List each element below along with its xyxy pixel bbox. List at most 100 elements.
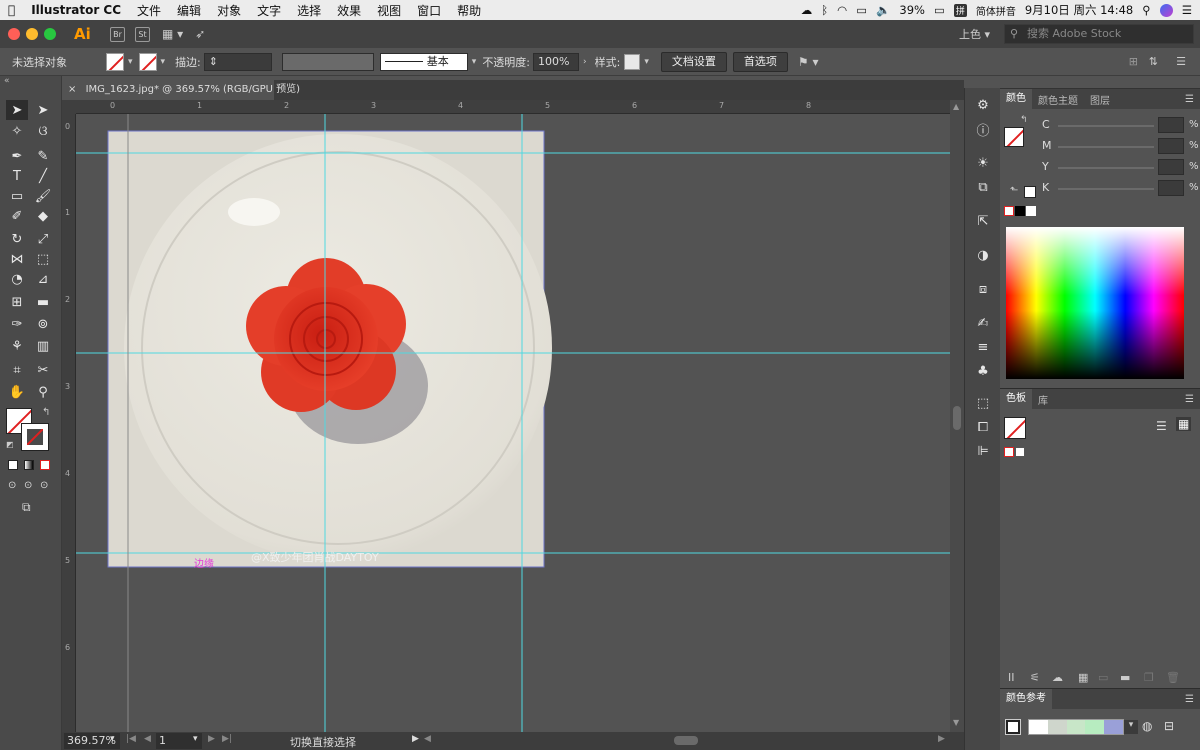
none-mode-icon[interactable] [40,460,50,470]
channel-y-slider[interactable] [1058,167,1154,169]
align-icon[interactable]: ⊞ [1129,55,1138,68]
swatches-menu-icon[interactable]: ☰ [1185,394,1194,405]
variable-width-profile[interactable] [281,52,374,71]
hand-tool-icon[interactable]: ✋ [6,382,28,402]
swatches-fill-stroke[interactable] [1004,417,1026,439]
stroke-weight-field[interactable]: ⇕ [203,52,272,71]
close-tab-icon[interactable]: × [68,84,76,95]
new-color-group-icon[interactable]: ▬ [1120,671,1130,684]
swatch-registration[interactable] [1015,447,1025,457]
menu-select[interactable]: 选择 [289,2,329,19]
transform-panel-icon[interactable]: ⬚ [973,394,993,412]
direct-selection-tool-icon[interactable]: ➤ [32,100,54,120]
rectangle-tool-icon[interactable]: ▭ [6,186,28,206]
channel-c-slider[interactable] [1058,125,1154,127]
horizontal-ruler[interactable]: 0 1 2 3 4 5 6 7 8 [76,100,950,114]
last-color-swatch[interactable] [1024,186,1036,198]
bridge-button[interactable]: Br [110,26,125,42]
document-setup-button[interactable]: 文档设置 [660,51,727,72]
stroke-icon[interactable]: ≡ [973,338,993,356]
channel-y-field[interactable] [1158,159,1184,175]
grid-view-icon[interactable]: ▦ [1176,417,1192,431]
none-swatch[interactable] [1004,206,1014,216]
swatches-grid-area[interactable] [1004,465,1194,665]
lasso-tool-icon[interactable]: ଓ [32,121,54,141]
tools-collapse-icon[interactable]: « [4,76,10,86]
last-artboard-icon[interactable]: ▶| [222,734,232,744]
opacity-field[interactable]: 100% [533,52,580,71]
gradient-mode-icon[interactable] [24,460,34,470]
perspective-grid-tool-icon[interactable]: ⊿ [32,269,54,289]
shaper-tool-icon[interactable]: ✐ [6,206,28,226]
style-dropdown-icon[interactable]: ▾ [644,57,649,67]
scroll-up-icon[interactable]: ▲ [953,102,959,111]
swatch-libraries-icon[interactable]: ⅠⅠ [1008,671,1015,684]
pen-tool-icon[interactable]: ✒ [6,146,28,166]
cloud-icon[interactable]: ☁ [1052,671,1063,684]
symbol-sprayer-tool-icon[interactable]: ⚘ [6,336,28,356]
tab-color-themes[interactable]: 颜色主题 [1032,92,1084,107]
selection-tool-icon[interactable]: ➤ [6,100,28,120]
channel-c-field[interactable] [1158,117,1184,133]
stroke-swatch[interactable] [138,52,157,71]
tab-color[interactable]: 颜色 [1000,89,1032,109]
recolor-icon[interactable]: ⚑ ▾ [798,55,819,69]
edit-colors-icon[interactable]: ◍ [1142,719,1152,733]
tab-layers[interactable]: 图层 [1084,92,1116,107]
artboards-icon[interactable]: ⧉ [973,178,993,196]
airplay-icon[interactable]: ▭ [856,3,867,17]
menu-object[interactable]: 对象 [209,2,249,19]
menu-file[interactable]: 文件 [129,2,169,19]
zoom-tool-icon[interactable]: ⚲ [32,382,54,402]
show-swatch-kinds-icon[interactable]: ▦ [1078,671,1088,684]
menu-window[interactable]: 窗口 [409,2,449,19]
menu-view[interactable]: 视图 [369,2,409,19]
screen-mode-icon[interactable]: ⧉ [22,500,31,515]
paintbrush-tool-icon[interactable]: 🖌 [32,186,54,206]
fill-dropdown-icon[interactable]: ▾ [128,57,133,67]
brushes-icon[interactable]: ✍ [973,314,993,332]
panel-fill-stroke-mini[interactable] [1004,127,1024,147]
style-swatch[interactable] [624,53,641,70]
stroke-color-box[interactable] [21,423,49,451]
artboard-tool-icon[interactable]: ⌗ [6,360,28,380]
battery-percent[interactable]: 39% [899,3,925,17]
battery-icon[interactable]: ▭ [934,3,945,17]
status-tool-hint[interactable]: 切换直接选择 [290,734,356,750]
document-tab[interactable]: × IMG_1623.jpg* @ 369.57% (RGB/GPU 预览) [62,80,300,100]
arrange-documents-icon[interactable]: ▦ ▾ [162,27,183,41]
channel-m-field[interactable] [1158,138,1184,154]
fill-swatch[interactable] [106,52,124,71]
status-menu-icon[interactable]: ▶ [412,734,419,744]
blend-tool-icon[interactable]: ⊚ [32,314,54,334]
opacity-arrow-icon[interactable]: › [583,57,587,67]
out-of-gamut-icon[interactable]: ⬑ [1010,185,1018,196]
color-mode-icon[interactable] [8,460,18,470]
add-to-library-icon[interactable]: ⚟ [1030,671,1040,684]
symbols-icon[interactable]: ♣ [973,362,993,380]
new-swatch-icon[interactable]: ❐ [1144,671,1154,684]
zoom-dropdown-icon[interactable]: ▾ [110,734,115,744]
black-swatch[interactable] [1015,206,1025,216]
gpu-performance-icon[interactable]: ➶ [195,27,205,41]
horizontal-scroll-thumb[interactable] [674,736,698,745]
tab-color-guide[interactable]: 颜色参考 [1000,689,1052,709]
panel-swap-icon[interactable]: ↰ [1020,115,1028,125]
base-color-swatch[interactable] [1005,719,1021,735]
scroll-thumb[interactable] [953,406,961,430]
export-icon[interactable]: ⇱ [973,212,993,230]
scale-tool-icon[interactable]: ⤢ [32,229,54,249]
save-color-group-icon[interactable]: ⊟ [1164,719,1174,733]
align-panel-icon[interactable]: ⊫ [973,442,993,460]
first-artboard-icon[interactable]: |◀ [126,734,136,744]
white-swatch[interactable] [1026,206,1036,216]
scroll-down-icon[interactable]: ▼ [953,718,959,727]
bluetooth-icon[interactable]: ᛒ [821,3,828,17]
rotate-tool-icon[interactable]: ↻ [6,229,28,249]
pathfinder-icon[interactable]: ⧠ [973,418,993,436]
notification-center-icon[interactable]: ☰ [1182,3,1192,17]
draw-inside-icon[interactable]: ⊙ [40,480,48,491]
shape-builder-tool-icon[interactable]: ◔ [6,269,28,289]
menu-app-name[interactable]: Illustrator CC [23,3,129,17]
stock-button[interactable]: St [135,26,150,42]
